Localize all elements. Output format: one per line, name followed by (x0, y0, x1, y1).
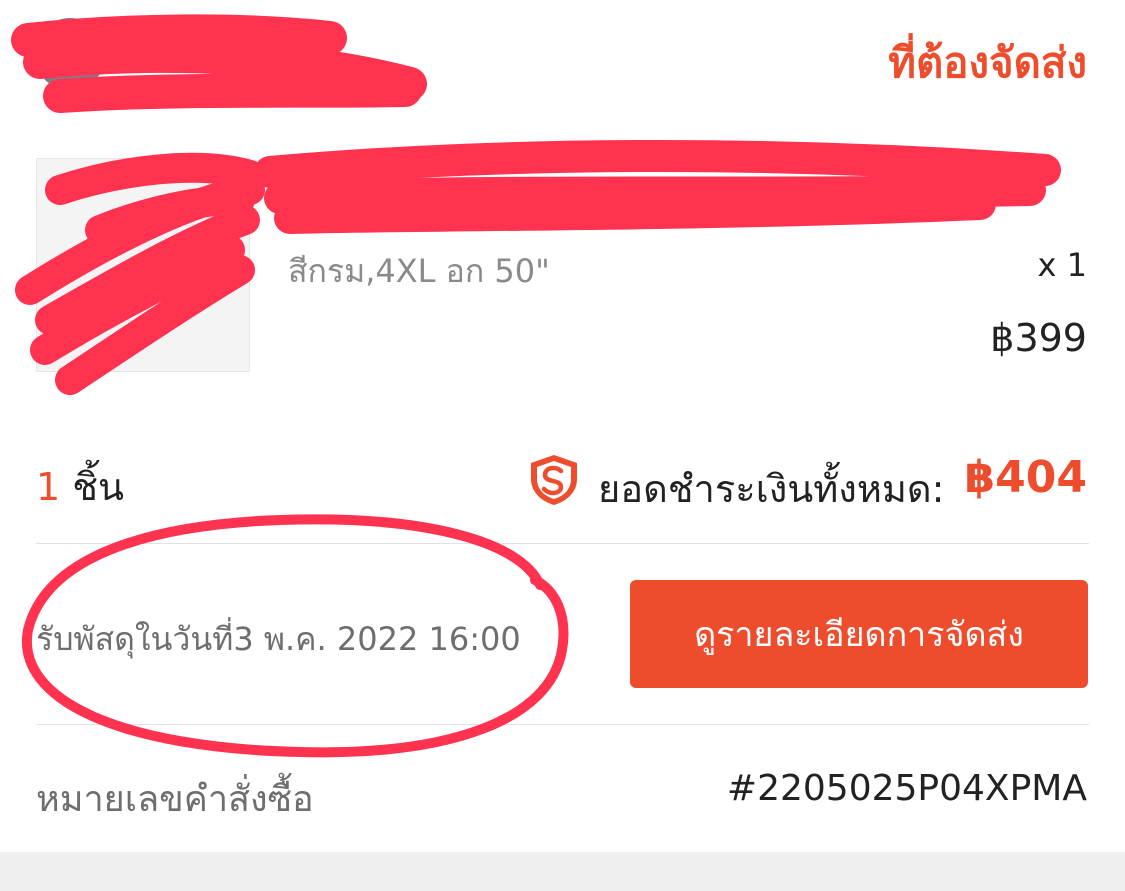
order-number-value: #2205025P04XPMA (726, 768, 1087, 809)
divider (36, 543, 1089, 544)
product-title[interactable]: [ลด...] (288, 174, 1068, 231)
marker-annotations (11, 14, 1061, 758)
total-payment-value: ฿404 (964, 452, 1087, 503)
product-thumbnail[interactable] (36, 158, 250, 372)
item-count: 1 ชิ้น (36, 456, 124, 517)
shopee-guarantee-shield-icon (531, 455, 577, 505)
product-price: ฿399 (990, 316, 1087, 360)
item-count-unit: ชิ้น (72, 465, 124, 509)
section-gap (0, 852, 1125, 891)
order-card: ชื่อร้านค้า ที่ต้องจัดส่ง [ลด...] สีกรม,… (0, 0, 1125, 891)
product-variant: สีกรม,4XL อก 50" (288, 252, 550, 290)
order-number-label: หมายเลขคำสั่งซื้อ (36, 779, 314, 820)
divider (36, 724, 1089, 725)
total-payment-label: ยอดชำระเงินทั้งหมด: (598, 467, 945, 511)
shop-name[interactable]: ชื่อร้านค้า (120, 26, 292, 90)
receive-parcel-date: รับพัสดุในวันที่3 พ.ค. 2022 16:00 (36, 620, 521, 658)
order-status-label: ที่ต้องจัดส่ง (888, 38, 1087, 87)
item-count-number: 1 (36, 465, 61, 509)
view-shipping-details-button[interactable]: ดูรายละเอียดการจัดส่ง (630, 580, 1088, 688)
product-quantity: x 1 (1037, 246, 1087, 284)
shop-avatar[interactable] (34, 18, 106, 90)
